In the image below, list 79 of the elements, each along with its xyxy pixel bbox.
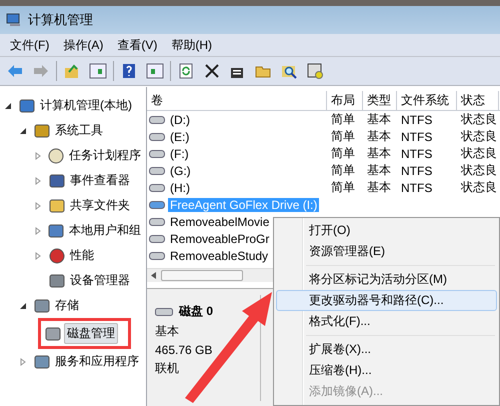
table-cell-text: 状态良 <box>460 128 498 145</box>
tree-item[interactable]: 设备管理器 <box>68 271 132 290</box>
volume-name[interactable]: (F:) <box>168 146 191 160</box>
collapse-icon[interactable] <box>19 302 27 310</box>
disk-status: 联机 <box>155 360 180 377</box>
table-cell-text: 简单 <box>330 128 356 145</box>
tree-item[interactable]: 事件查看器 <box>68 171 132 190</box>
table-cell-text: 状态良 <box>460 162 498 179</box>
drive-icon <box>149 116 165 124</box>
drive-icon <box>149 252 165 260</box>
menu-item[interactable]: 格式化(F)... <box>276 311 497 332</box>
volume-name[interactable]: (H:) <box>168 180 192 194</box>
table-cell-text: NTFS <box>400 146 434 160</box>
volume-name[interactable]: RemoveabelMovie <box>168 214 272 228</box>
table-cell-text: 基本 <box>366 111 392 128</box>
tree-item[interactable]: 任务计划程序 <box>67 146 143 165</box>
drive-icon <box>149 132 165 140</box>
table-cell-text: 状态良 <box>460 179 498 196</box>
table-cell-text: 状态良 <box>460 111 498 128</box>
menu-item[interactable]: 资源管理器(E) <box>276 241 497 262</box>
table-cell-text: NTFS <box>400 180 434 194</box>
expand-icon[interactable] <box>34 226 42 234</box>
drive-icon <box>149 150 165 158</box>
drive-icon <box>149 200 165 208</box>
expand-icon[interactable] <box>34 252 42 260</box>
tree-item[interactable]: 计算机管理(本地) <box>38 96 134 115</box>
column-header[interactable]: 状态 <box>457 91 499 110</box>
column-header[interactable]: 卷 <box>147 91 327 110</box>
collapse-icon[interactable] <box>19 126 27 134</box>
menu-item[interactable]: 查看(V) <box>117 36 158 54</box>
scroll-left-icon[interactable] <box>151 272 157 279</box>
volume-name[interactable]: RemoveableProGr <box>168 232 272 246</box>
disk-size: 465.76 GB <box>155 343 214 357</box>
tree-item[interactable]: 性能 <box>68 246 96 265</box>
table-cell-text: 简单 <box>330 145 356 162</box>
column-header[interactable]: 布局 <box>327 91 363 110</box>
menu-item[interactable]: 打开(O) <box>276 220 497 241</box>
column-header[interactable]: 文件系统 <box>397 91 457 110</box>
window-title: 计算机管理 <box>28 11 93 29</box>
disk-type: 基本 <box>155 323 180 340</box>
table-cell-text: 简单 <box>330 162 356 179</box>
table-cell-text: 简单 <box>330 179 356 196</box>
volume-name[interactable]: (E:) <box>168 130 192 144</box>
expand-icon[interactable] <box>34 152 42 160</box>
table-cell-text: 基本 <box>366 179 392 196</box>
menu-item[interactable]: 操作(A) <box>63 36 104 54</box>
tree-item[interactable]: 服务和应用程序 <box>53 352 141 371</box>
table-cell-text: 基本 <box>366 162 392 179</box>
expand-icon[interactable] <box>34 202 42 210</box>
tree-item[interactable]: 共享文件夹 <box>68 196 132 215</box>
tree-item[interactable]: 存储 <box>53 296 81 315</box>
menu-item[interactable]: 帮助(H) <box>171 36 212 54</box>
menu-item[interactable]: 将分区标记为活动分区(M) <box>276 269 497 290</box>
drive-icon <box>149 184 165 192</box>
table-cell-text: 基本 <box>366 128 392 145</box>
collapse-icon[interactable] <box>4 102 12 110</box>
table-cell-text: 状态良 <box>460 145 498 162</box>
expand-icon[interactable] <box>19 358 27 366</box>
drive-icon <box>149 234 165 242</box>
table-cell-text: 基本 <box>366 145 392 162</box>
tree-item[interactable]: 本地用户和组 <box>67 221 143 240</box>
table-cell-text: NTFS <box>400 112 434 126</box>
menu-item[interactable]: 压缩卷(H)... <box>276 360 497 381</box>
volume-name[interactable]: (D:) <box>168 112 192 126</box>
volume-name[interactable]: (G:) <box>168 164 193 178</box>
menu-item[interactable]: 扩展卷(X)... <box>276 339 497 360</box>
column-header[interactable]: 类型 <box>363 91 397 110</box>
menu-item[interactable]: 文件(F) <box>10 36 50 54</box>
volume-name[interactable]: RemoveableStudy <box>168 248 270 262</box>
drive-icon <box>149 218 165 226</box>
table-cell-text: NTFS <box>400 164 434 178</box>
tree-item[interactable]: 磁盘管理 <box>64 323 118 344</box>
drive-icon <box>149 166 165 174</box>
tree-item[interactable]: 系统工具 <box>53 121 105 140</box>
table-cell-text: 简单 <box>330 111 356 128</box>
expand-icon[interactable] <box>34 176 42 184</box>
menu-item[interactable]: 更改驱动器号和路径(C)... <box>276 290 497 311</box>
disk-name: 磁盘 0 <box>179 303 214 320</box>
table-cell-text: NTFS <box>400 130 434 144</box>
